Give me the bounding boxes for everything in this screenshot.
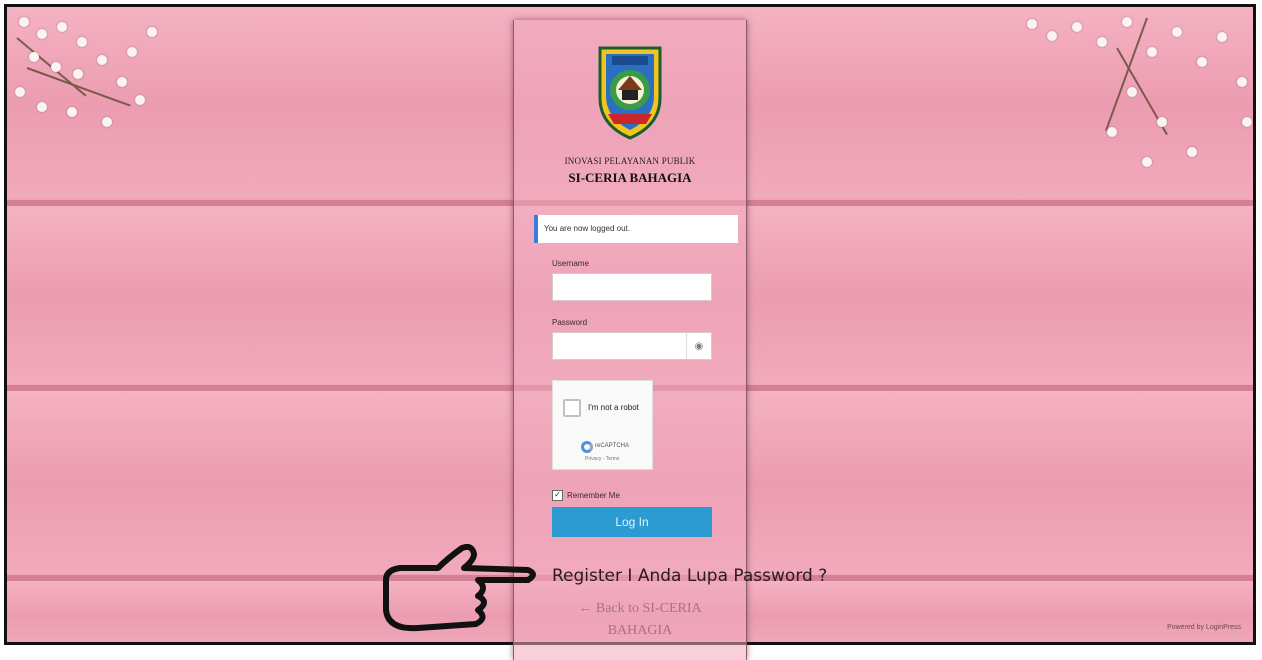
site-title: SI-CERIA BAHAGIA — [568, 170, 692, 185]
password-label: Password — [552, 318, 588, 327]
remember-me-label: Remember Me — [567, 491, 620, 500]
flowers-decoration-left — [7, 7, 177, 157]
recaptcha-label: I'm not a robot — [588, 403, 639, 412]
recaptcha-checkbox[interactable] — [563, 399, 581, 417]
username-input[interactable] — [552, 273, 712, 301]
site-subtitle: INOVASI PELAYANAN PUBLIK — [564, 156, 696, 166]
remember-me-row[interactable]: ✓ Remember Me — [552, 490, 620, 501]
login-panel: INOVASI PELAYANAN PUBLIK SI-CERIA BAHAGI… — [513, 20, 747, 660]
pointing-hand-icon — [383, 543, 536, 632]
recaptcha-widget: I'm not a robot reCAPTCHA Privacy - Term… — [552, 380, 653, 470]
username-label: Username — [552, 259, 589, 268]
recaptcha-icon — [581, 441, 593, 453]
checkbox-icon[interactable]: ✓ — [552, 490, 563, 501]
password-input[interactable]: ◉ — [552, 332, 712, 360]
logout-notice: You are now logged out. — [534, 215, 738, 243]
register-forgot-password-link[interactable]: Register I Anda Lupa Password ? — [552, 566, 827, 586]
eye-icon[interactable]: ◉ — [686, 333, 711, 359]
back-to-site-link[interactable]: ← Back to SI-CERIA BAHAGIA — [560, 598, 720, 642]
flowers-decoration-right — [1027, 7, 1253, 167]
logo-emblem-icon — [598, 46, 662, 140]
recaptcha-links[interactable]: Privacy - Terms — [585, 456, 619, 462]
powered-by-text[interactable]: Powered by LoginPress — [1167, 624, 1241, 631]
login-button[interactable]: Log In — [552, 507, 712, 537]
recaptcha-brand: reCAPTCHA — [595, 443, 630, 449]
